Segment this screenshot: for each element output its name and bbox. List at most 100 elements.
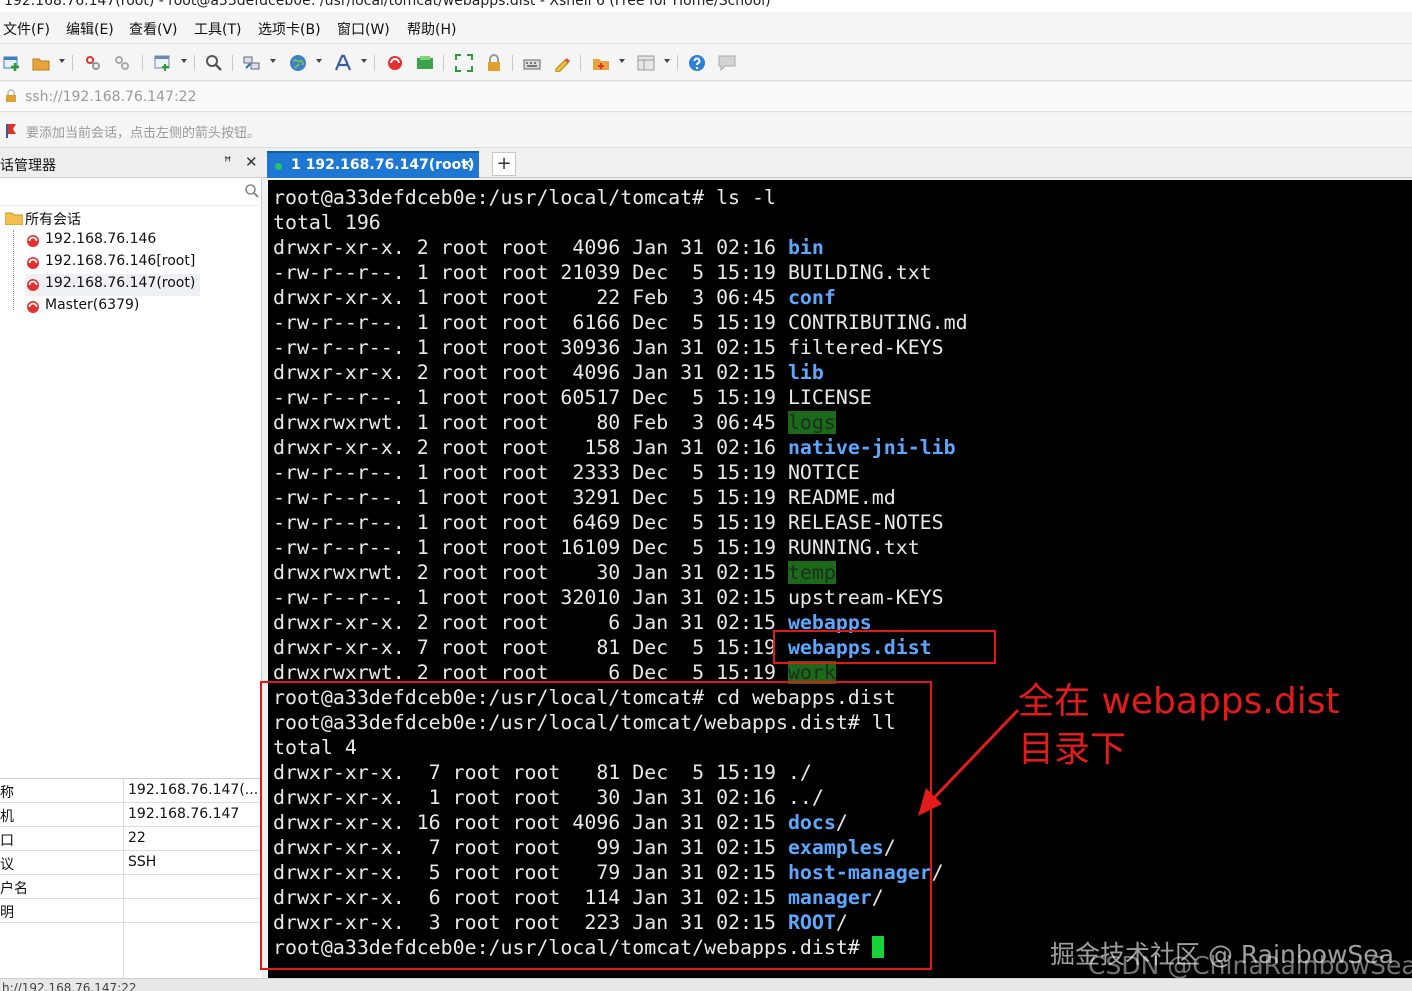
tab-session-1[interactable]: 1 192.168.76.147(root) × — [267, 151, 479, 178]
session-label: 192.168.76.146 — [45, 231, 157, 247]
tree-session-item-selected[interactable]: 192.168.76.147(root) — [25, 274, 200, 296]
terminal-text: -rw-r--r--. 1 root root 6469 Dec 5 15:19 — [273, 511, 788, 534]
compose-dropdown-icon[interactable] — [619, 59, 625, 63]
menu-edit[interactable]: 编辑(E) — [66, 19, 114, 39]
menu-window[interactable]: 窗口(W) — [337, 19, 390, 39]
reconnect-icon[interactable] — [84, 54, 102, 72]
tree-session-item[interactable]: Master(6379) — [25, 296, 255, 318]
layout-icon[interactable] — [637, 54, 655, 72]
menu-file[interactable]: 文件(F) — [3, 19, 50, 39]
compose-icon[interactable] — [592, 54, 610, 72]
session-icon — [25, 233, 41, 253]
terminal-file-name: CONTRIBUTING.md — [787, 311, 968, 334]
session-icon — [25, 255, 41, 275]
property-row: 口 22 — [0, 827, 262, 851]
globe-icon[interactable] — [289, 54, 307, 72]
terminal-text: -rw-r--r--. 1 root root 21039 Dec 5 15:1… — [273, 261, 788, 284]
terminal-text: drwxr-xr-x. 2 root root 4096 Jan 31 02:1… — [273, 361, 788, 384]
close-icon[interactable]: ✕ — [245, 153, 258, 171]
terminal-dir-name: logs — [787, 411, 836, 434]
bookmark-arrow-icon[interactable] — [4, 123, 20, 143]
fullscreen-icon[interactable] — [455, 54, 473, 72]
menu-view[interactable]: 查看(V) — [129, 19, 178, 39]
terminal-line: -rw-r--r--. 1 root root 32010 Jan 31 02:… — [273, 585, 944, 610]
terminal-text: drwxr-xr-x. 1 root root 22 Feb 3 06:45 — [273, 286, 788, 309]
terminal-file-name: RUNNING.txt — [787, 536, 920, 559]
terminal-dir-name: temp — [787, 561, 836, 584]
pin-icon[interactable]: ꟸ — [224, 155, 232, 170]
terminal-line: drwxr-xr-x. 2 root root 4096 Jan 31 02:1… — [273, 235, 824, 260]
open-dropdown-icon[interactable] — [59, 59, 65, 63]
menu-tabs[interactable]: 选项卡(B) — [258, 19, 321, 39]
terminal-file-name: upstream-KEYS — [787, 586, 944, 609]
terminal-file-name: NOTICE — [787, 461, 860, 484]
toolbar-separator — [443, 55, 444, 71]
globe-dropdown-icon[interactable] — [316, 59, 322, 63]
terminal-line: drwxr-xr-x. 2 root root 4096 Jan 31 02:1… — [273, 360, 824, 385]
property-value: 192.168.76.147(... — [128, 782, 259, 798]
toolbar-separator — [232, 55, 233, 71]
tree-session-item[interactable]: 192.168.76.146 — [25, 230, 255, 252]
property-key: 议 — [0, 857, 14, 873]
script-icon[interactable] — [553, 54, 571, 72]
folder-icon — [4, 211, 24, 229]
chat-icon[interactable] — [718, 54, 736, 72]
terminal-line: drwxr-xr-x. 1 root root 22 Feb 3 06:45 c… — [273, 285, 836, 310]
xftp-icon[interactable] — [416, 54, 434, 72]
property-row: 户名 — [0, 875, 262, 899]
transfer-icon[interactable] — [243, 54, 261, 72]
tree-session-item[interactable]: 192.168.76.146[root] — [25, 252, 255, 274]
address-text[interactable]: ssh://192.168.76.147:22 — [25, 89, 196, 105]
session-label: 192.168.76.146[root] — [45, 253, 196, 269]
layout-dropdown-icon[interactable] — [664, 59, 670, 63]
terminal-text: drwxrwxrwt. 2 root root 30 Jan 31 02:15 — [273, 561, 788, 584]
menu-bar: 文件(F) 编辑(E) 查看(V) 工具(T) 选项卡(B) 窗口(W) 帮助(… — [0, 12, 1412, 44]
terminal-file-name: LICENSE — [787, 386, 872, 409]
terminal-dir-name: native-jni-lib — [787, 436, 956, 459]
property-value: 192.168.76.147 — [128, 806, 240, 822]
watermark-line-2: CSDN @ChinaRainbowSea — [1088, 951, 1412, 980]
terminal-file-name: BUILDING.txt — [787, 261, 932, 284]
xshell-icon[interactable] — [386, 54, 404, 72]
tree-root-all-sessions[interactable]: 所有会话 — [4, 208, 255, 230]
window-titlebar: 192.168.76.147(root) - root@a33defdceb0e… — [0, 0, 1412, 12]
new-window-icon[interactable] — [154, 54, 172, 72]
toolbar-separator — [580, 55, 581, 71]
toolbar-separator — [512, 55, 513, 71]
menu-tools[interactable]: 工具(T) — [194, 19, 241, 39]
disconnect-icon[interactable] — [113, 54, 131, 72]
status-text: h://192.168.76.147:22 — [2, 981, 137, 991]
terminal-line: root@a33defdceb0e:/usr/local/tomcat# ls … — [273, 185, 776, 210]
property-value: SSH — [128, 854, 157, 870]
help-icon[interactable] — [688, 54, 706, 72]
new-session-icon[interactable] — [3, 54, 21, 72]
font-icon[interactable] — [334, 54, 352, 72]
toolbar-separator — [72, 55, 73, 71]
tab-close-icon[interactable]: × — [461, 156, 473, 172]
keyboard-icon[interactable] — [523, 54, 541, 72]
terminal-text: -rw-r--r--. 1 root root 30936 Jan 31 02:… — [273, 336, 788, 359]
transfer-dropdown-icon[interactable] — [270, 59, 276, 63]
tab-label: 1 192.168.76.147(root) — [291, 157, 475, 173]
address-bar[interactable]: ssh://192.168.76.147:22 — [0, 82, 1412, 112]
font-dropdown-icon[interactable] — [361, 59, 367, 63]
terminal-text: drwxr-xr-x. 2 root root 158 Jan 31 02:16 — [273, 436, 788, 459]
annotation-line-2: 目录下 — [1018, 729, 1127, 770]
open-folder-icon[interactable] — [32, 54, 50, 72]
search-icon[interactable] — [244, 183, 260, 203]
session-search-bar[interactable] — [0, 178, 262, 206]
terminal-text: drwxrwxrwt. 1 root root 80 Feb 3 06:45 — [273, 411, 788, 434]
find-icon[interactable] — [205, 54, 223, 72]
terminal-file-name: RELEASE-NOTES — [787, 511, 944, 534]
terminal-file-name: README.md — [787, 486, 896, 509]
listing-highlight-box — [260, 681, 932, 970]
terminal-text: drwxr-xr-x. 2 root root 6 Jan 31 02:15 — [273, 611, 788, 634]
terminal-line: drwxrwxrwt. 1 root root 80 Feb 3 06:45 l… — [273, 410, 836, 435]
new-window-dropdown-icon[interactable] — [181, 59, 187, 63]
terminal-line: -rw-r--r--. 1 root root 16109 Dec 5 15:1… — [273, 535, 920, 560]
session-label: Master(6379) — [45, 297, 140, 313]
lock-icon[interactable] — [485, 54, 503, 72]
add-tab-button[interactable]: + — [492, 152, 516, 176]
menu-help[interactable]: 帮助(H) — [407, 19, 456, 39]
property-row: 议 SSH — [0, 851, 262, 875]
